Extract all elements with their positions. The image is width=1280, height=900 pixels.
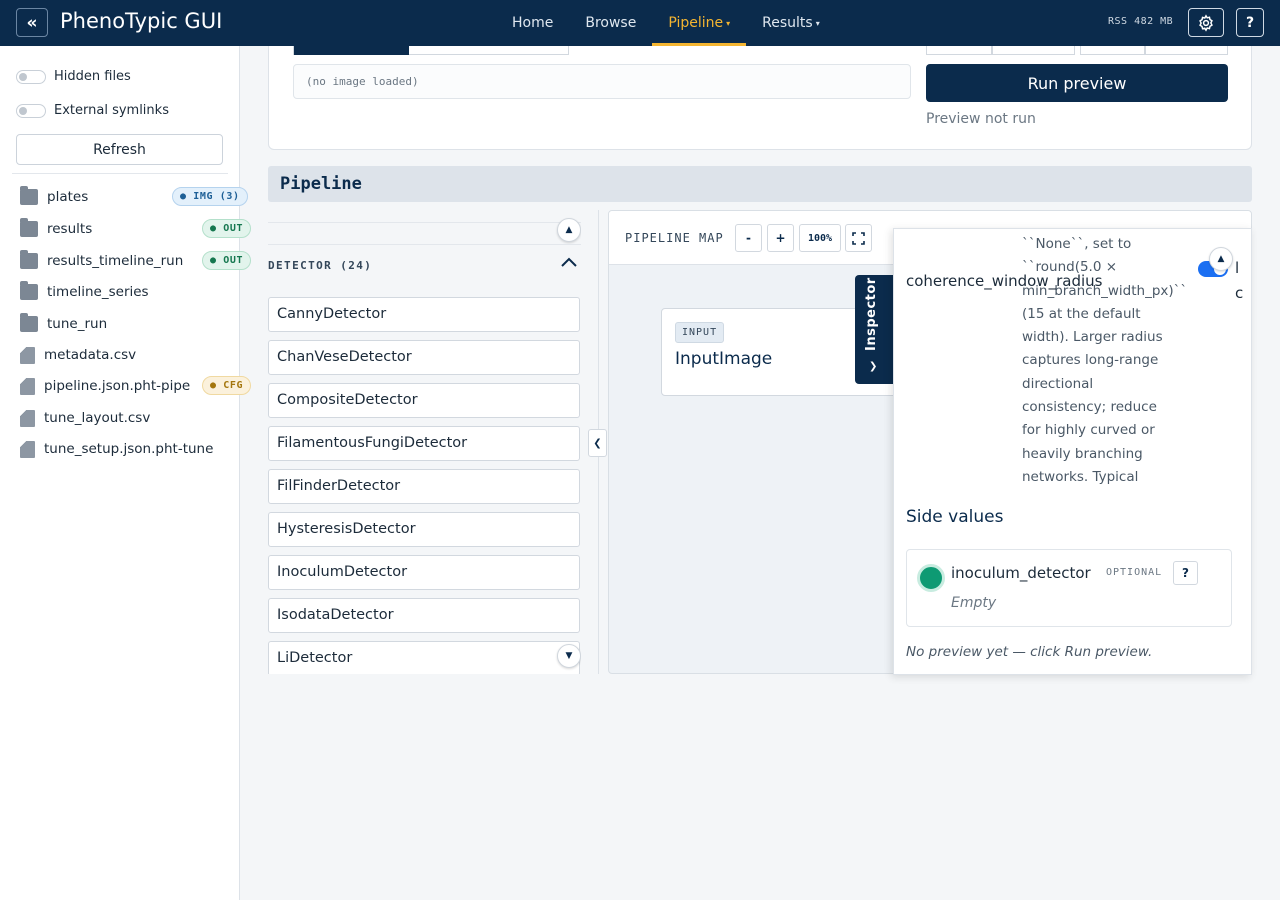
chevron-up-icon[interactable] bbox=[560, 256, 578, 272]
file-icon bbox=[20, 409, 35, 427]
badge-img: ● IMG (3) bbox=[172, 187, 248, 206]
active-tab[interactable] bbox=[294, 46, 409, 55]
nav-pipeline[interactable]: Pipeline ▾ bbox=[652, 0, 747, 46]
scroll-down-button[interactable]: ▼ bbox=[557, 644, 581, 668]
scroll-up-button[interactable]: ▲ bbox=[557, 218, 581, 242]
group-title: DETECTOR (24) bbox=[268, 259, 373, 272]
status-dot bbox=[917, 564, 945, 592]
collapse-palette-button[interactable]: ❮ bbox=[588, 429, 607, 457]
folder-icon bbox=[20, 281, 38, 300]
file-item-tune-run[interactable]: tune_run bbox=[20, 312, 240, 336]
clipped-text: c bbox=[1235, 284, 1244, 302]
folder-icon bbox=[20, 186, 38, 205]
previous-group-stub bbox=[268, 210, 581, 223]
external-symlinks-toggle[interactable]: External symlinks bbox=[16, 103, 169, 118]
inspector-panel: ``None``, set to ``round(5.0 × min_branc… bbox=[893, 228, 1252, 675]
toggle-switch[interactable] bbox=[16, 69, 46, 84]
input-field[interactable] bbox=[926, 46, 992, 55]
settings-button[interactable] bbox=[1188, 8, 1224, 37]
detector-item[interactable]: CompositeDetector bbox=[268, 383, 580, 418]
input-field[interactable] bbox=[992, 46, 1075, 55]
input-field[interactable] bbox=[1145, 46, 1228, 55]
file-sidebar: Hidden files External symlinks Refresh p… bbox=[0, 46, 252, 900]
nav-browse[interactable]: Browse bbox=[569, 0, 652, 46]
app-title: PhenoTypic GUI bbox=[60, 9, 223, 33]
main-nav: Home Browse Pipeline ▾ Results ▾ bbox=[496, 0, 836, 46]
caret-down-icon: ▾ bbox=[815, 18, 820, 28]
detector-item[interactable]: IsodataDetector bbox=[268, 598, 580, 633]
triangle-up-icon: ▲ bbox=[1217, 254, 1225, 264]
inspector-tab-label: Inspector bbox=[864, 277, 879, 351]
detector-item[interactable]: LiDetector bbox=[268, 641, 580, 674]
gear-icon bbox=[1199, 13, 1213, 32]
help-button[interactable]: ? bbox=[1236, 8, 1264, 37]
map-title: PIPELINE MAP bbox=[625, 231, 724, 245]
side-value-help-button[interactable]: ? bbox=[1173, 561, 1198, 585]
detector-item[interactable]: ChanVeseDetector bbox=[268, 340, 580, 375]
file-item-timeline-series[interactable]: timeline_series bbox=[20, 280, 240, 304]
image-tabs[interactable] bbox=[293, 46, 569, 55]
node-tag: INPUT bbox=[675, 322, 725, 343]
detector-item[interactable]: CannyDetector bbox=[268, 297, 580, 332]
preview-status: Preview not run bbox=[926, 111, 1036, 127]
optional-badge: OPTIONAL bbox=[1106, 567, 1163, 578]
file-item-metadata[interactable]: metadata.csv bbox=[20, 343, 240, 367]
help-label: ? bbox=[1245, 14, 1255, 31]
preview-note: No preview yet — click Run preview. bbox=[906, 644, 1153, 660]
file-icon bbox=[20, 377, 35, 395]
caret-down-icon: ▾ bbox=[726, 18, 731, 28]
file-item-tune-layout[interactable]: tune_layout.csv bbox=[20, 406, 240, 430]
run-preview-button[interactable]: Run preview bbox=[926, 64, 1228, 102]
divider bbox=[12, 173, 228, 174]
toggle-switch[interactable] bbox=[16, 103, 46, 118]
detector-item[interactable]: HysteresisDetector bbox=[268, 512, 580, 547]
file-item-tune-setup[interactable]: tune_setup.json.pht-tune bbox=[20, 437, 240, 461]
node-name: InputImage bbox=[675, 349, 773, 369]
folder-icon bbox=[20, 218, 38, 237]
refresh-button[interactable]: Refresh bbox=[16, 134, 223, 165]
chevron-down-icon: ❯ bbox=[869, 361, 878, 372]
scroll-up-button[interactable]: ▲ bbox=[1209, 247, 1233, 271]
hidden-files-toggle[interactable]: Hidden files bbox=[16, 69, 131, 84]
folder-icon bbox=[20, 250, 38, 269]
detector-item[interactable]: FilamentousFungiDetector bbox=[268, 426, 580, 461]
collapse-sidebar-button[interactable]: « bbox=[16, 8, 48, 37]
file-icon bbox=[20, 346, 35, 364]
param-name: coherence_window_radius bbox=[906, 272, 1103, 290]
inspector-tab[interactable]: Inspector ❯ bbox=[855, 275, 893, 384]
pipeline-section-header: Pipeline bbox=[268, 166, 1252, 202]
input-field[interactable] bbox=[1080, 46, 1145, 55]
double-chevron-left-icon: « bbox=[26, 12, 38, 33]
side-value-name: inoculum_detector bbox=[951, 564, 1091, 582]
side-value-card: inoculum_detector OPTIONAL ? Empty bbox=[906, 549, 1232, 627]
clipped-text: l bbox=[1235, 259, 1240, 277]
detector-item[interactable]: FilFinderDetector bbox=[268, 469, 580, 504]
nav-home[interactable]: Home bbox=[496, 0, 569, 46]
side-values-title: Side values bbox=[906, 507, 1004, 527]
detector-item[interactable]: InoculumDetector bbox=[268, 555, 580, 590]
divider bbox=[268, 244, 581, 245]
preview-inputs[interactable] bbox=[926, 46, 1228, 55]
zoom-level[interactable]: 100% bbox=[799, 224, 841, 252]
zoom-in-button[interactable]: + bbox=[767, 224, 794, 252]
folder-icon bbox=[20, 313, 38, 332]
fullscreen-button[interactable] bbox=[845, 224, 872, 252]
side-value-empty: Empty bbox=[951, 595, 997, 611]
chevron-left-icon: ❮ bbox=[593, 437, 602, 449]
nav-results[interactable]: Results ▾ bbox=[746, 0, 836, 46]
preview-card: (no image loaded) Run preview Preview no… bbox=[268, 46, 1252, 150]
fullscreen-icon bbox=[852, 231, 865, 245]
image-status: (no image loaded) bbox=[293, 64, 911, 99]
triangle-up-icon: ▲ bbox=[565, 225, 573, 235]
memory-usage: RSS 482 MB bbox=[1108, 16, 1174, 27]
top-bar: « PhenoTypic GUI Home Browse Pipeline ▾ R… bbox=[0, 0, 1280, 46]
zoom-out-button[interactable]: - bbox=[735, 224, 762, 252]
file-icon bbox=[20, 440, 35, 458]
detector-palette: ▲ DETECTOR (24) CannyDetector ChanVeseDe… bbox=[268, 210, 581, 674]
triangle-down-icon: ▼ bbox=[565, 651, 573, 661]
